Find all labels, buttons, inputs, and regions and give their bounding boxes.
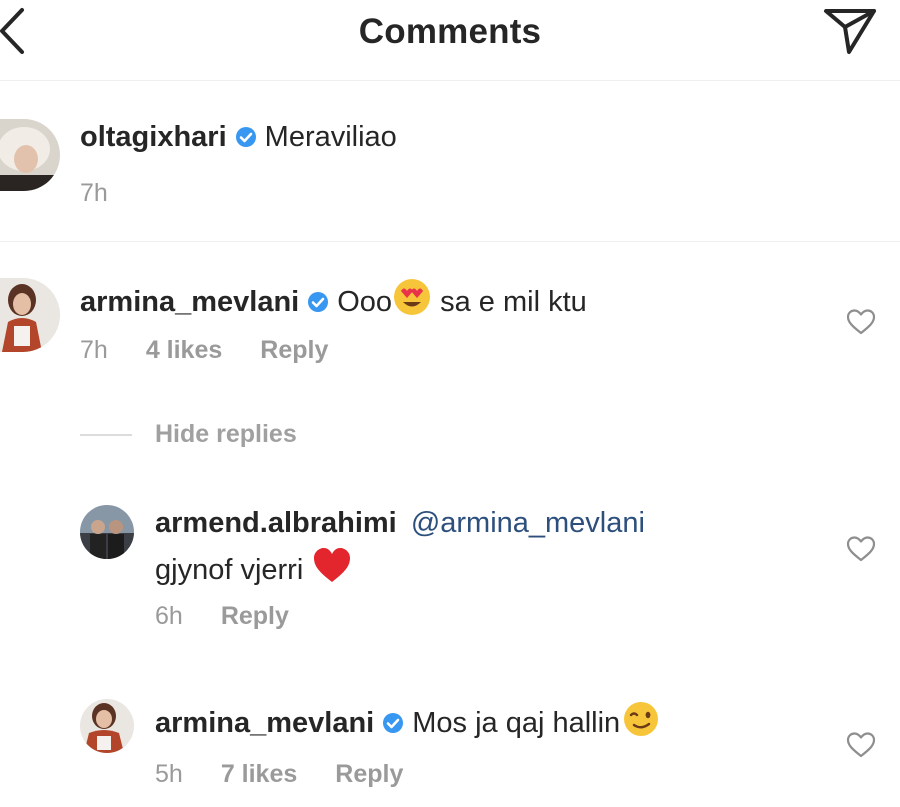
header-bar: Comments: [0, 0, 900, 81]
verified-badge-icon: [308, 292, 329, 312]
heart-outline-icon: [846, 309, 876, 335]
timestamp: 7h: [80, 179, 108, 207]
hide-replies-button[interactable]: Hide replies: [155, 420, 297, 449]
reply-text: armend.albrahimi @armina_mevlani: [155, 505, 645, 541]
caption-text: oltagixhari Meraviliao: [80, 119, 397, 155]
red-heart-emoji-icon: [314, 548, 351, 582]
heart-outline-icon: [846, 732, 876, 758]
reply-meta: 6h Reply: [155, 602, 327, 631]
heart-eyes-emoji-icon: [394, 279, 431, 315]
username[interactable]: armina_mevlani: [155, 707, 374, 739]
comment-meta: 7h 4 likes Reply: [80, 336, 366, 365]
like-button[interactable]: [846, 731, 876, 759]
likes-count[interactable]: 7 likes: [221, 760, 297, 788]
page-title: Comments: [358, 12, 542, 51]
avatar[interactable]: [80, 505, 134, 559]
reply-body: Mos ja qaj hallin: [412, 707, 621, 739]
username[interactable]: armend.albrahimi: [155, 507, 397, 539]
caption-meta: 7h: [80, 179, 146, 208]
mention-link[interactable]: @armina_mevlani: [411, 507, 645, 539]
reply-meta: 5h 7 likes Reply: [155, 760, 441, 789]
divider: [80, 434, 132, 436]
avatar[interactable]: [0, 278, 60, 352]
verified-badge-icon: [235, 127, 256, 147]
comment-text: armina_mevlani Ooo sa e mil ktu: [80, 277, 587, 320]
comment-body-suffix: sa e mil ktu: [432, 286, 587, 318]
paper-plane-icon: [824, 9, 876, 54]
reply-button[interactable]: Reply: [221, 602, 289, 630]
timestamp: 7h: [80, 336, 108, 364]
reply-text: armina_mevlani Mos ja qaj hallin: [155, 700, 660, 741]
reply-button[interactable]: Reply: [335, 760, 403, 788]
winking-face-emoji-icon: [624, 702, 659, 736]
like-button[interactable]: [846, 535, 876, 563]
avatar[interactable]: [80, 699, 134, 753]
heart-outline-icon: [846, 536, 876, 562]
verified-badge-icon: [383, 713, 404, 733]
likes-count[interactable]: 4 likes: [146, 336, 222, 364]
username[interactable]: armina_mevlani: [80, 286, 299, 318]
caption-body: Meraviliao: [264, 121, 397, 153]
reply-button[interactable]: Reply: [260, 336, 328, 364]
username[interactable]: oltagixhari: [80, 121, 227, 153]
post-caption: oltagixhari Meraviliao 7h: [0, 81, 900, 242]
reply-body: gjynof vjerri: [155, 554, 304, 586]
timestamp: 6h: [155, 602, 183, 630]
like-button[interactable]: [846, 308, 876, 336]
share-button[interactable]: [822, 2, 878, 58]
timestamp: 5h: [155, 760, 183, 788]
avatar[interactable]: [0, 119, 60, 191]
comment-body: Ooo: [337, 286, 393, 318]
reply-text-line2: gjynof vjerri: [155, 545, 353, 588]
